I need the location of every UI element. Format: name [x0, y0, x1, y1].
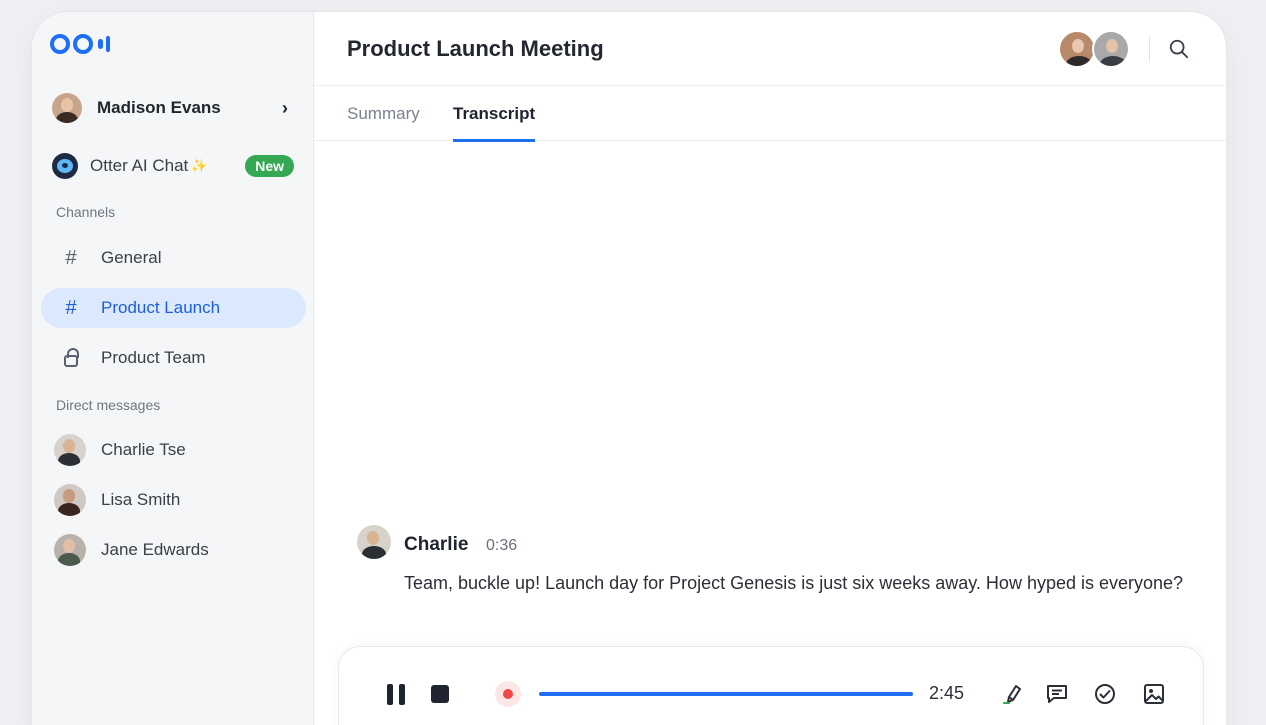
avatar-body [56, 112, 78, 123]
avatar-head [63, 539, 75, 553]
check-circle-icon[interactable] [1093, 682, 1117, 706]
new-badge: New [245, 155, 294, 177]
sidebar-item-label: Product Launch [101, 298, 221, 317]
recording-player: 2:45 [338, 646, 1204, 725]
avatar [1058, 30, 1096, 68]
avatar [357, 525, 391, 559]
dm-item-jane-edwards[interactable]: Jane Edwards [54, 533, 294, 567]
sparkle-icon: ✨ [191, 158, 208, 173]
dm-item-label: Lisa Smith [101, 490, 181, 509]
sidebar-item-general[interactable]: # General [41, 238, 306, 278]
speaker-name: Charlie [404, 534, 469, 555]
user-profile-row[interactable]: Madison Evans › [52, 92, 288, 124]
avatar-body [58, 453, 80, 466]
avatar [54, 534, 86, 566]
avatar-body [362, 546, 386, 559]
sidebar-item-product-launch[interactable]: # Product Launch [41, 288, 306, 328]
avatar-head [63, 489, 75, 503]
avatar-body [1100, 56, 1126, 66]
comment-icon[interactable] [1045, 682, 1069, 706]
avatar-body [58, 553, 80, 566]
hash-icon: # [65, 296, 77, 319]
otter-ai-chat-item[interactable]: Otter AI Chat ✨ New [52, 152, 294, 180]
header-divider [1149, 36, 1150, 62]
participants-avatars[interactable] [1058, 30, 1130, 68]
sidebar-item-label: Product Team [101, 348, 206, 367]
avatar [54, 434, 86, 466]
pause-button[interactable] [387, 684, 405, 705]
dm-item-lisa-smith[interactable]: Lisa Smith [54, 483, 294, 517]
avatar-body [58, 503, 80, 516]
avatar-body [1066, 56, 1092, 66]
message-timestamp[interactable]: 0:36 [486, 537, 517, 555]
progress-bar[interactable] [539, 692, 913, 696]
avatar-head [61, 98, 73, 112]
avatar-head [1072, 39, 1084, 53]
avatar [54, 484, 86, 516]
dm-item-charlie-tse[interactable]: Charlie Tse [54, 433, 294, 467]
avatar [1092, 30, 1130, 68]
user-name: Madison Evans [97, 98, 221, 117]
logo-ring [73, 34, 93, 54]
dm-item-label: Charlie Tse [101, 440, 186, 459]
avatar-head [63, 439, 75, 453]
tab-transcript[interactable]: Transcript [453, 104, 536, 142]
page-title: Product Launch Meeting [347, 36, 604, 61]
tab-summary[interactable]: Summary [347, 104, 420, 139]
highlighter-icon[interactable] [1001, 682, 1025, 706]
header: Product Launch Meeting [314, 12, 1226, 86]
logo-ring [50, 34, 70, 54]
otter-chat-icon [52, 153, 78, 179]
logo-bar [98, 39, 103, 49]
search-icon[interactable] [1168, 38, 1190, 60]
tab-bar: Summary Transcript [314, 86, 1226, 142]
chevron-right-icon: › [282, 97, 288, 118]
sidebar-item-label: General [101, 248, 162, 267]
channels-heading: Channels [56, 204, 116, 220]
hash-icon: # [65, 246, 77, 269]
sidebar-item-product-team[interactable]: Product Team [41, 338, 306, 378]
recording-indicator [495, 681, 521, 707]
stop-button[interactable] [431, 685, 449, 703]
avatar [52, 93, 82, 123]
main-panel: Product Launch Meeting Summary Transcrip… [314, 12, 1226, 725]
message-text: Team, buckle up! Launch day for Project … [404, 573, 1184, 593]
sidebar: Madison Evans › Otter AI Chat ✨ New Chan… [32, 12, 314, 725]
image-icon[interactable] [1142, 682, 1166, 706]
dm-item-label: Jane Edwards [101, 540, 209, 559]
logo-bar [105, 36, 110, 52]
progress-fill [539, 692, 913, 696]
avatar-head [1106, 39, 1118, 53]
elapsed-time: 2:45 [929, 683, 965, 703]
lock-icon [64, 348, 79, 367]
direct-messages-heading: Direct messages [56, 397, 161, 413]
app-window: Madison Evans › Otter AI Chat ✨ New Chan… [32, 12, 1226, 725]
avatar-head [367, 531, 379, 545]
otter-chat-label: Otter AI Chat [90, 156, 189, 175]
otter-logo[interactable] [50, 34, 110, 54]
